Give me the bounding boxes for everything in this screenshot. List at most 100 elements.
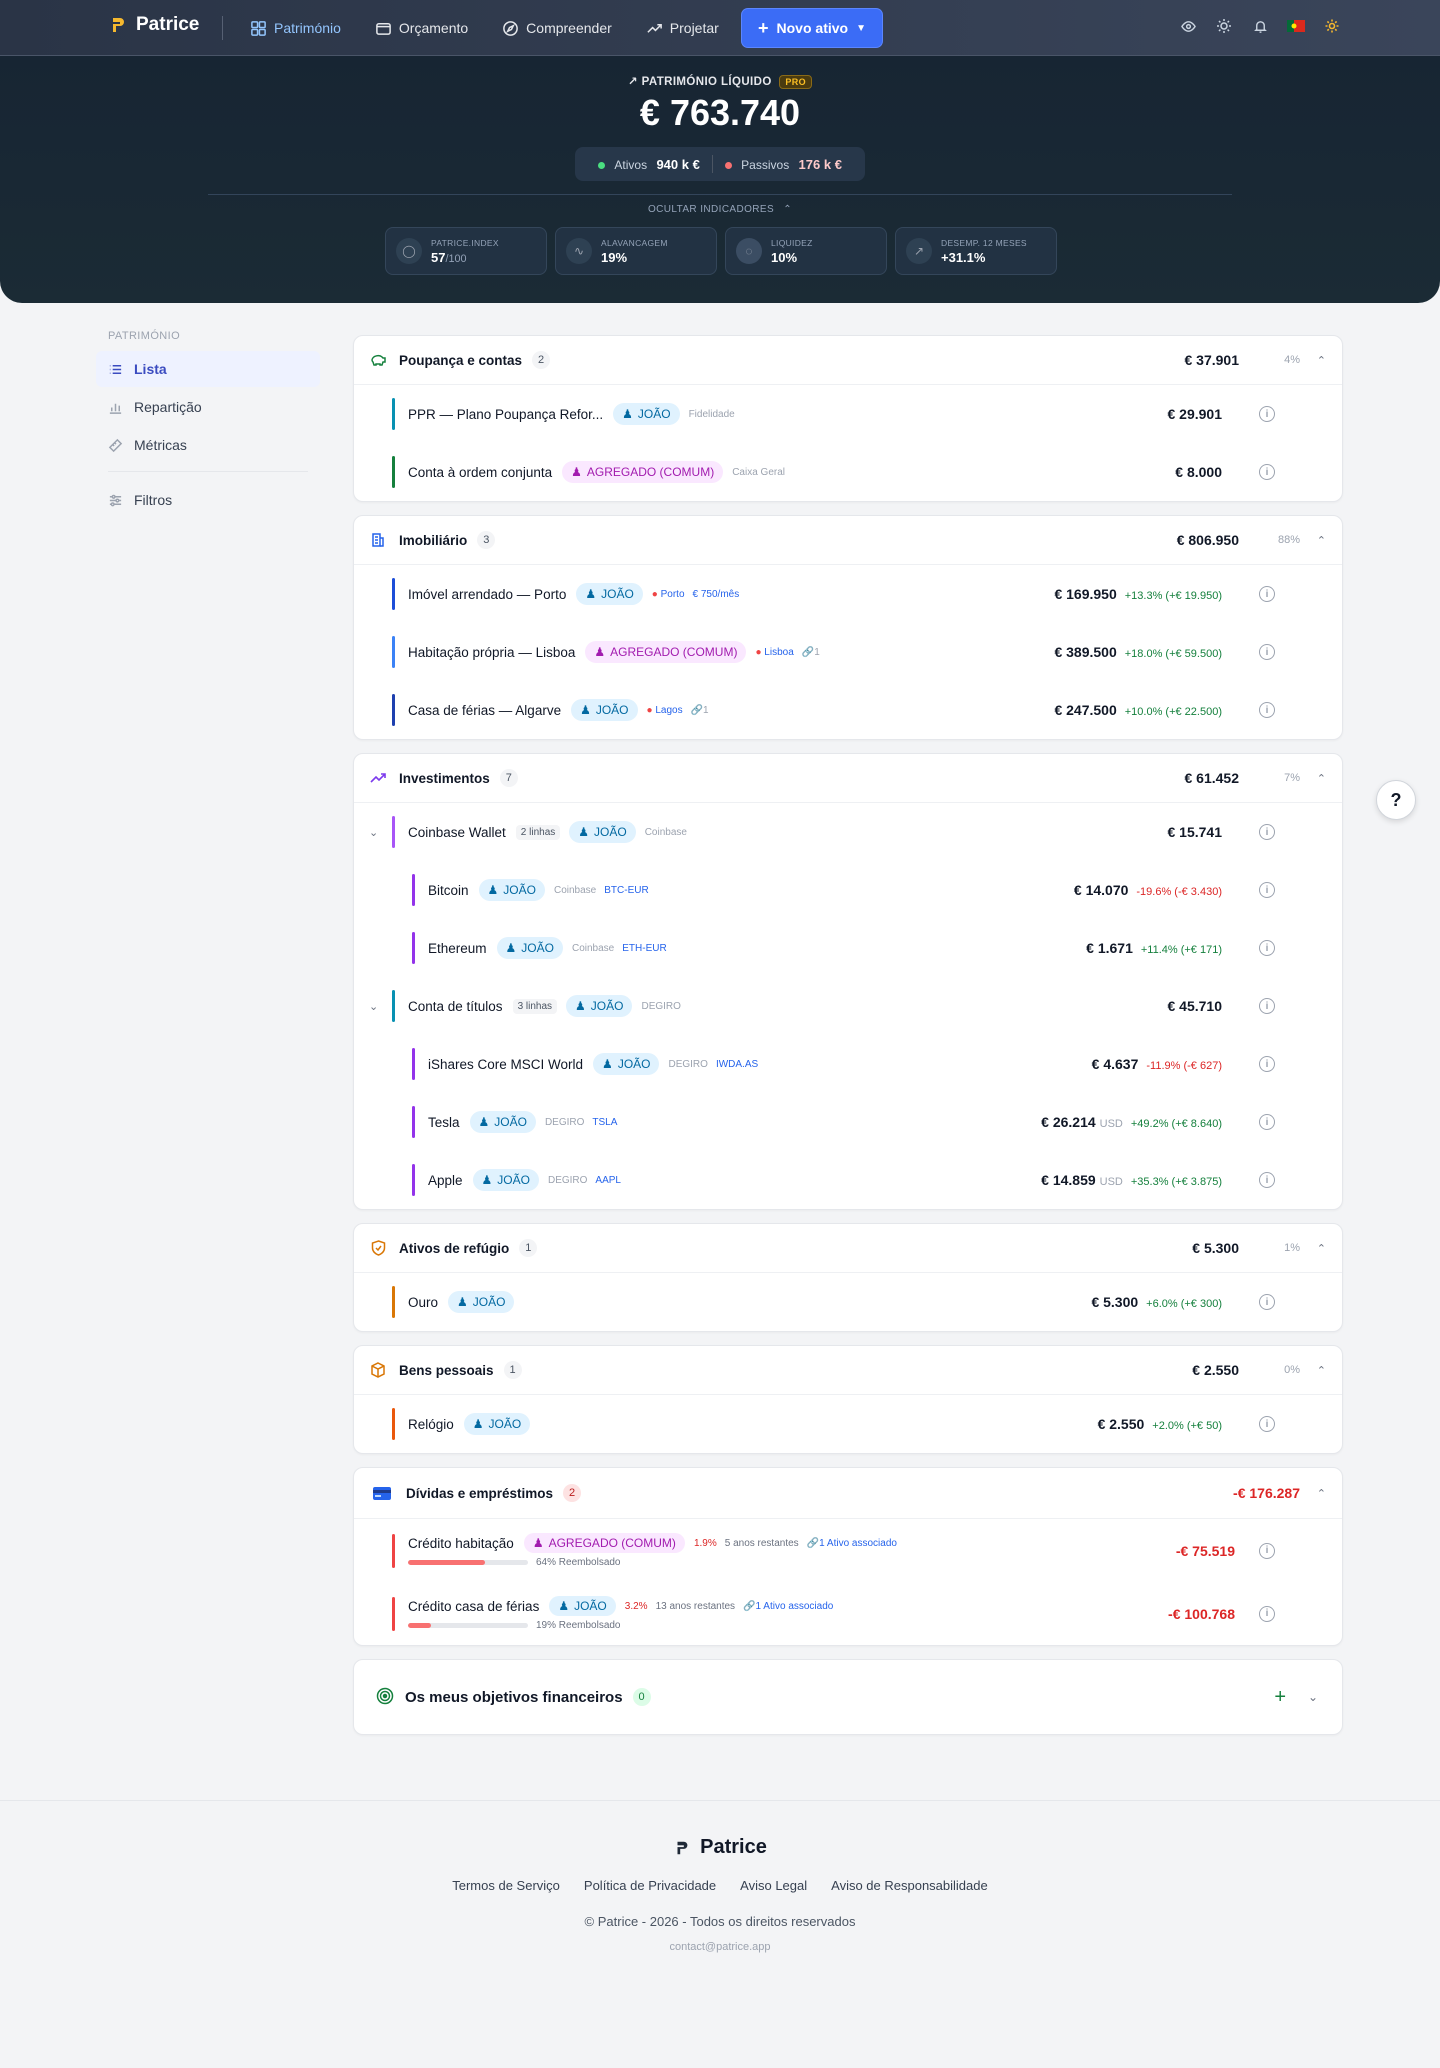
asset-row[interactable]: iShares Core MSCI World ♟ JOÃO DEGIRO IWD…: [354, 1035, 1342, 1093]
category-header[interactable]: Bens pessoais 1 € 2.550 0% ⌃: [354, 1346, 1342, 1395]
category-header[interactable]: Ativos de refúgio 1 € 5.300 1% ⌃: [354, 1224, 1342, 1273]
owner-tag[interactable]: ♟ JOÃO: [496, 937, 563, 959]
kpi-patrice-index[interactable]: ◯ PATRICE.INDEX 57/100: [385, 227, 547, 275]
chevron-up-icon[interactable]: ⌃: [1317, 772, 1326, 785]
asset-row[interactable]: Habitação própria — Lisboa ♟ AGREGADO (CO…: [354, 623, 1342, 681]
owner-tag[interactable]: ♟ JOÃO: [472, 1169, 539, 1191]
asset-row[interactable]: Ethereum ♟ JOÃO Coinbase ETH-EUR € 1.671 +…: [354, 919, 1342, 977]
info-icon[interactable]: i: [1259, 1542, 1275, 1559]
ticker: AAPL: [595, 1174, 621, 1186]
owner-tag[interactable]: ♟ JOÃO: [549, 1596, 616, 1616]
add-goal-button[interactable]: +: [1274, 1686, 1286, 1709]
financial-goals-card[interactable]: Os meus objetivos financeiros 0 + ⌄: [353, 1659, 1343, 1735]
asset-row[interactable]: Imóvel arrendado — Porto ♟ JOÃO ● Porto €…: [354, 565, 1342, 623]
info-icon[interactable]: i: [1259, 586, 1275, 602]
asset-row[interactable]: PPR — Plano Poupança Refor... ♟ JOÃO Fide…: [354, 385, 1342, 443]
asset-value-group: € 29.901: [1168, 406, 1223, 422]
info-icon[interactable]: i: [1259, 1056, 1275, 1072]
chevron-up-icon[interactable]: ⌃: [1317, 534, 1326, 547]
footer-link-terms[interactable]: Termos de Serviço: [452, 1878, 560, 1893]
owner-tag[interactable]: ♟ JOÃO: [566, 995, 633, 1017]
eye-icon[interactable]: [1178, 16, 1198, 36]
portugal-flag-icon[interactable]: [1286, 16, 1306, 36]
sidebar-item-metricas[interactable]: Métricas: [96, 427, 320, 463]
linked-count-label: 1: [703, 704, 709, 716]
new-asset-button[interactable]: + Novo ativo ▼: [742, 9, 882, 47]
chevron-down-icon[interactable]: ⌄: [369, 1000, 378, 1013]
kpi-performance[interactable]: ↗ DESEMP. 12 MESES +31.1%: [895, 227, 1057, 275]
nav-item-compreender[interactable]: Compreender: [496, 10, 618, 46]
info-icon[interactable]: i: [1259, 406, 1275, 422]
asset-row[interactable]: Relógio ♟ JOÃO € 2.550 +2.0% (+€ 50) i: [354, 1395, 1342, 1453]
owner-tag[interactable]: ♟ JOÃO: [613, 403, 680, 425]
category-count: 2: [532, 351, 551, 369]
info-icon[interactable]: i: [1259, 464, 1275, 480]
patrice-logo-icon: [675, 1841, 688, 1854]
category-header[interactable]: Poupança e contas 2 € 37.901 4% ⌃: [354, 336, 1342, 385]
chevron-up-icon[interactable]: ⌃: [1317, 1487, 1326, 1500]
sidebar-item-reparticao[interactable]: Repartição: [96, 389, 320, 425]
owner-tag[interactable]: ♟ JOÃO: [448, 1291, 515, 1313]
owner-tag[interactable]: ♟ AGREGADO (COMUM): [523, 1533, 685, 1553]
owner-tag[interactable]: ♟ JOÃO: [469, 1111, 536, 1133]
info-icon[interactable]: i: [1259, 824, 1275, 840]
info-icon[interactable]: i: [1259, 998, 1275, 1014]
bell-icon[interactable]: [1250, 16, 1270, 36]
footer-link-legal[interactable]: Aviso Legal: [740, 1878, 807, 1893]
group-row-degiro[interactable]: ⌄ Conta de títulos 3 linhas ♟ JOÃO DEGIRO…: [354, 977, 1342, 1035]
info-icon[interactable]: i: [1259, 1114, 1275, 1130]
kpi-leverage[interactable]: ∿ ALAVANCAGEM 19%: [555, 227, 717, 275]
sidebar-item-lista[interactable]: Lista: [96, 351, 320, 387]
info-icon[interactable]: i: [1259, 1416, 1275, 1432]
info-icon[interactable]: i: [1259, 644, 1275, 660]
owner-tag[interactable]: ♟ AGREGADO (COMUM): [562, 461, 724, 483]
debt-row[interactable]: Crédito casa de férias ♟ JOÃO 3.2% 13 ano…: [354, 1582, 1342, 1645]
category-header[interactable]: Investimentos 7 € 61.452 7% ⌃: [354, 754, 1342, 803]
nav-item-orcamento[interactable]: Orçamento: [369, 10, 474, 46]
info-icon[interactable]: i: [1259, 702, 1275, 718]
asset-row[interactable]: Apple ♟ JOÃO DEGIRO AAPL € 14.859 USD +35.3…: [354, 1151, 1342, 1209]
nav-item-projetar[interactable]: Projetar: [640, 10, 725, 46]
info-icon[interactable]: i: [1259, 1172, 1275, 1188]
chevron-down-icon[interactable]: ⌄: [1308, 1690, 1318, 1704]
owner-tag[interactable]: ♟ JOÃO: [593, 1053, 660, 1075]
owner-tag[interactable]: ♟ AGREGADO (COMUM): [585, 641, 747, 663]
settings-gear-icon[interactable]: [1322, 16, 1342, 36]
footer-email[interactable]: contact@patrice.app: [0, 1941, 1440, 1953]
owner-tag[interactable]: ♟ JOÃO: [571, 699, 638, 721]
chevron-up-icon[interactable]: ⌃: [1317, 354, 1326, 367]
linked-asset-label: 1 Ativo associado: [755, 1600, 834, 1612]
category-header[interactable]: Dívidas e empréstimos 2 -€ 176.287 ⌃: [354, 1468, 1342, 1519]
info-icon[interactable]: i: [1259, 882, 1275, 898]
linked-asset-link[interactable]: 🔗1 Ativo associado: [743, 1601, 833, 1612]
toggle-indicators-button[interactable]: OCULTAR INDICADORES ⌃: [0, 204, 1440, 215]
category-header[interactable]: Imobiliário 3 € 806.950 88% ⌃: [354, 516, 1342, 565]
chevron-up-icon[interactable]: ⌃: [1317, 1242, 1326, 1255]
info-icon[interactable]: i: [1259, 940, 1275, 956]
footer-link-privacy[interactable]: Política de Privacidade: [584, 1878, 716, 1893]
sidebar-filters[interactable]: Filtros: [96, 482, 320, 518]
asset-row[interactable]: Ouro ♟ JOÃO € 5.300 +6.0% (+€ 300) i: [354, 1273, 1342, 1331]
footer-brand[interactable]: Patrice: [0, 1836, 1440, 1859]
chevron-down-icon[interactable]: ⌄: [369, 826, 378, 839]
owner-tag[interactable]: ♟ JOÃO: [576, 583, 643, 605]
asset-row[interactable]: Casa de férias — Algarve ♟ JOÃO ● Lagos 🔗…: [354, 681, 1342, 739]
info-icon[interactable]: i: [1259, 1294, 1275, 1310]
owner-tag[interactable]: ♟ JOÃO: [478, 879, 545, 901]
info-icon[interactable]: i: [1259, 1605, 1275, 1622]
owner-tag[interactable]: ♟ JOÃO: [569, 821, 636, 843]
debt-row[interactable]: Crédito habitação ♟ AGREGADO (COMUM) 1.9%…: [354, 1519, 1342, 1582]
sun-icon[interactable]: [1214, 16, 1234, 36]
asset-row[interactable]: Bitcoin ♟ JOÃO Coinbase BTC-EUR € 14.070-…: [354, 861, 1342, 919]
asset-row[interactable]: Conta à ordem conjunta ♟ AGREGADO (COMUM)…: [354, 443, 1342, 501]
brand-logo-link[interactable]: Patrice: [108, 14, 199, 36]
nav-item-patrimonio[interactable]: Património: [244, 10, 347, 46]
group-row-coinbase[interactable]: ⌄ Coinbase Wallet 2 linhas ♟ JOÃO Coinbas…: [354, 803, 1342, 861]
kpi-liquidity[interactable]: ◌ LIQUIDEZ 10%: [725, 227, 887, 275]
owner-tag[interactable]: ♟ JOÃO: [463, 1413, 531, 1435]
linked-asset-link[interactable]: 🔗1 Ativo associado: [807, 1538, 897, 1549]
chevron-up-icon[interactable]: ⌃: [1317, 1364, 1326, 1377]
help-button[interactable]: ?: [1376, 780, 1416, 820]
footer-link-disclaimer[interactable]: Aviso de Responsabilidade: [831, 1878, 988, 1893]
asset-row[interactable]: Tesla ♟ JOÃO DEGIRO TSLA € 26.214 USD +49.2…: [354, 1093, 1342, 1151]
